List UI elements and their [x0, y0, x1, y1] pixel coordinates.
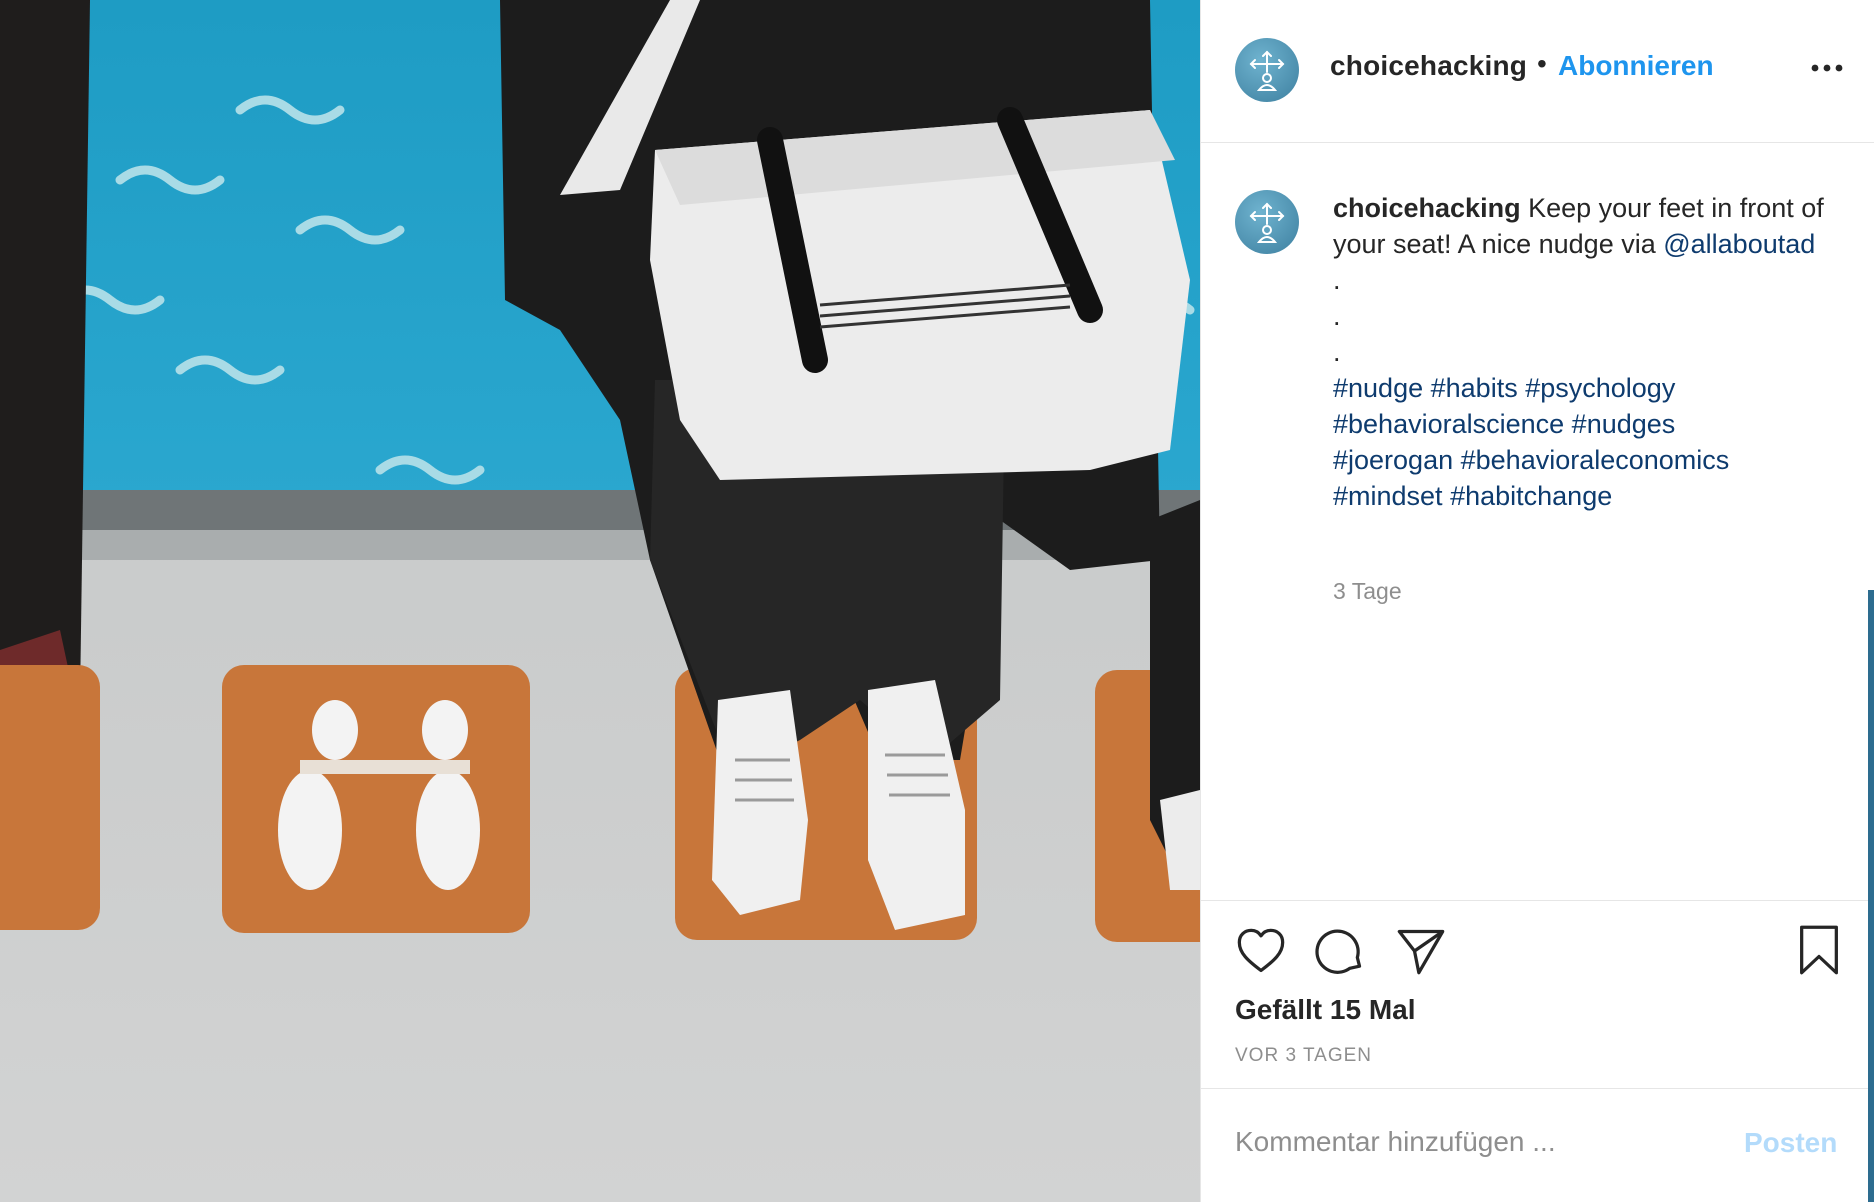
- hashtag-link[interactable]: #behavioraleconomics: [1461, 445, 1730, 475]
- hashtag-link[interactable]: #nudge: [1333, 373, 1423, 403]
- post-image[interactable]: [0, 0, 1200, 1202]
- like-count[interactable]: Gefällt 15 Mal: [1235, 994, 1416, 1026]
- caption-dot: .: [1333, 265, 1341, 295]
- caption-main: choicehacking Keep your feet in front of…: [1333, 190, 1853, 262]
- post-comment-button[interactable]: Posten: [1744, 1127, 1837, 1159]
- header-username[interactable]: choicehacking: [1330, 50, 1527, 82]
- more-options-button[interactable]: [1807, 58, 1847, 78]
- subway-feet-photo: [0, 0, 1200, 1202]
- divider: [1201, 900, 1874, 901]
- save-button[interactable]: [1796, 924, 1842, 981]
- separator-dot: •: [1537, 48, 1547, 79]
- post-caption: choicehacking Keep your feet in front of…: [1333, 190, 1853, 514]
- bookmark-icon: [1800, 925, 1838, 975]
- hashtag-link[interactable]: #behavioralscience: [1333, 409, 1564, 439]
- follow-button[interactable]: Abonnieren: [1558, 50, 1714, 82]
- like-button[interactable]: [1235, 925, 1287, 982]
- caption-dots: . . .: [1333, 262, 1853, 370]
- caption-hashtags: #nudge #habits #psychology #behavioralsc…: [1333, 370, 1853, 514]
- paper-plane-icon: [1397, 929, 1445, 975]
- comment-button[interactable]: [1314, 925, 1366, 982]
- caption-dot: .: [1333, 301, 1341, 331]
- caption-dot: .: [1333, 337, 1341, 367]
- profile-avatar[interactable]: [1235, 38, 1299, 102]
- share-button[interactable]: [1395, 925, 1447, 982]
- hashtag-link[interactable]: #joerogan: [1333, 445, 1453, 475]
- post-timestamp[interactable]: VOR 3 TAGEN: [1235, 1045, 1372, 1067]
- hashtag-link[interactable]: #psychology: [1525, 373, 1675, 403]
- hashtag-link[interactable]: #mindset: [1333, 481, 1443, 511]
- caption-username[interactable]: choicehacking: [1333, 193, 1521, 223]
- comment-bubble-icon: [1315, 929, 1362, 974]
- more-dots-icon: [1811, 64, 1843, 72]
- hashtag-link[interactable]: #habits: [1431, 373, 1518, 403]
- choicehacking-logo-icon: [1249, 50, 1285, 91]
- post-side-panel: choicehacking • Abonnieren choicehacking…: [1200, 0, 1874, 1202]
- comment-input[interactable]: [1235, 1117, 1705, 1167]
- caption-timestamp[interactable]: 3 Tage: [1333, 578, 1402, 605]
- hashtag-link[interactable]: #habitchange: [1450, 481, 1612, 511]
- scrollbar[interactable]: [1868, 590, 1874, 1202]
- caption-mention[interactable]: @allaboutad: [1663, 229, 1815, 259]
- choicehacking-logo-icon: [1249, 202, 1285, 243]
- heart-icon: [1237, 928, 1285, 973]
- post-header: choicehacking • Abonnieren: [1201, 0, 1874, 143]
- comment-form: Posten: [1201, 1088, 1874, 1202]
- caption-avatar[interactable]: [1235, 190, 1299, 254]
- hashtag-link[interactable]: #nudges: [1572, 409, 1676, 439]
